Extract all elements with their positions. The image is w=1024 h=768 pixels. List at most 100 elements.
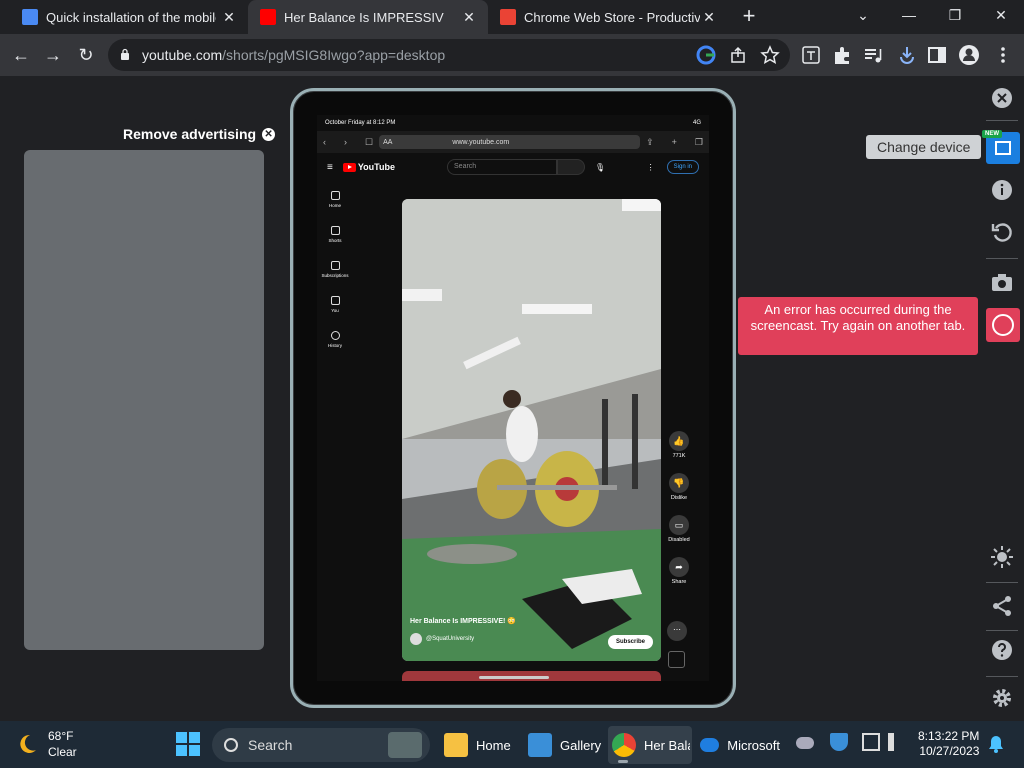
safari-reader-icon[interactable]: ☐ <box>365 137 373 148</box>
taskbar-app-chrome[interactable]: Her Bala <box>608 726 692 764</box>
profile-icon[interactable] <box>958 44 980 66</box>
like-count: 771K <box>672 453 686 459</box>
channel-name: @SquatUniversity <box>426 636 475 642</box>
brightness-icon[interactable] <box>990 545 1014 569</box>
taskbar-search-label: Search <box>248 737 293 753</box>
extensions-puzzle-icon[interactable] <box>831 44 853 66</box>
restore-button[interactable]: ❐ <box>932 0 978 30</box>
google-icon[interactable] <box>696 45 716 65</box>
rotate-icon[interactable] <box>990 220 1014 244</box>
browser-menu-icon[interactable] <box>992 44 1014 66</box>
close-window-button[interactable]: ✕ <box>978 0 1024 30</box>
more-actions-icon[interactable]: ⋯ <box>667 621 687 641</box>
sign-in-button[interactable]: Sign in <box>666 160 699 174</box>
notification-bell-icon[interactable] <box>988 735 1004 753</box>
sidebar-item-shorts[interactable]: Shorts <box>317 222 353 257</box>
comments-icon: ▭ <box>669 515 689 535</box>
safari-forward-icon[interactable]: › <box>344 137 347 147</box>
close-simulator-icon[interactable] <box>990 86 1014 110</box>
safari-tabs-icon[interactable]: ❐ <box>695 137 703 148</box>
address-bar[interactable]: youtube.com/shorts/pgMSIG8Iwgo?app=deskt… <box>108 39 790 71</box>
close-tab-icon[interactable]: ✕ <box>222 10 236 24</box>
share-button[interactable]: ➦ Share <box>665 557 693 599</box>
hamburger-menu-icon[interactable]: ≡ <box>327 162 333 173</box>
safari-newtab-icon[interactable]: + <box>672 137 677 147</box>
back-button[interactable]: ← <box>8 42 34 68</box>
youtube-search-button[interactable] <box>557 159 586 175</box>
dislike-button[interactable]: 👎 Dislike <box>665 473 693 515</box>
simulator-controls <box>980 76 1024 721</box>
youtube-search-input[interactable]: Search <box>447 159 558 175</box>
media-queue-icon[interactable] <box>862 44 884 66</box>
safari-aa-button[interactable]: AA <box>383 139 392 146</box>
share-nodes-icon[interactable] <box>990 594 1014 618</box>
channel-avatar <box>410 633 422 645</box>
help-icon[interactable] <box>990 638 1014 662</box>
sidebar-item-home[interactable]: Home <box>317 187 353 222</box>
remove-advertising-label: Remove advertising <box>123 126 257 142</box>
sidebar-label: Home <box>328 203 341 208</box>
clock-date: 10/27/2023 <box>919 744 980 758</box>
taskbar-search[interactable]: Search <box>212 728 430 762</box>
channel-link[interactable]: @SquatUniversity <box>410 633 474 645</box>
remove-advertising-link[interactable]: Remove advertising ✕ <box>123 126 276 142</box>
close-tab-icon[interactable]: ✕ <box>462 10 476 24</box>
safari-address-bar[interactable]: AA www.youtube.com <box>379 135 641 149</box>
close-ad-icon[interactable]: ✕ <box>262 127 276 141</box>
screenshot-camera-icon[interactable] <box>990 270 1014 294</box>
weather-widget[interactable]: 68°F Clear <box>16 728 77 760</box>
taskbar-app-onedrive[interactable]: Microsoft <box>700 726 780 764</box>
forward-button[interactable]: → <box>40 42 66 68</box>
tab-chrome-web-store[interactable]: Chrome Web Store - Productivity ✕ <box>488 0 728 34</box>
download-icon[interactable] <box>896 44 918 66</box>
start-button[interactable] <box>176 732 200 756</box>
sidebar-item-you[interactable]: You <box>317 292 353 327</box>
subscribe-button[interactable]: Subscribe <box>608 635 654 649</box>
tab-quick-installation[interactable]: Quick installation of the mobile simulat… <box>0 0 248 34</box>
safari-back-icon[interactable]: ‹ <box>323 137 326 147</box>
taskbar-app-home[interactable]: Home <box>444 726 511 764</box>
onedrive-icon <box>700 738 720 752</box>
info-icon[interactable] <box>990 178 1014 202</box>
settings-gear-icon[interactable] <box>990 686 1014 710</box>
gym-video-frame <box>402 199 661 661</box>
record-screencast-button[interactable] <box>986 308 1020 342</box>
close-tab-icon[interactable]: ✕ <box>702 10 716 24</box>
sidebar-item-history[interactable]: History <box>317 327 353 362</box>
moon-icon <box>20 734 36 753</box>
comments-button[interactable]: ▭ Disabled <box>665 515 693 557</box>
change-device-tooltip: Change device <box>866 135 982 159</box>
taskbar-clock[interactable]: 8:13:22 PM 10/27/2023 <box>918 729 979 759</box>
youtube-logo[interactable]: YouTube <box>342 162 395 172</box>
lock-icon <box>121 48 129 60</box>
sidebar-item-subscriptions[interactable]: Subscriptions <box>317 257 353 292</box>
cloud-sync-icon[interactable] <box>796 737 814 749</box>
tab-search-button[interactable]: ⌄ <box>840 0 886 30</box>
reload-button[interactable]: ↻ <box>73 42 99 68</box>
url-text: youtube.com/shorts/pgMSIG8Iwgo?app=deskt… <box>142 47 445 63</box>
dislike-label: Dislike <box>670 495 688 501</box>
more-options-icon[interactable]: ⋮ <box>647 163 655 172</box>
taskbar-app-gallery[interactable]: Gallery <box>528 726 601 764</box>
sound-thumbnail-icon[interactable] <box>668 651 685 668</box>
screencast-error-message: An error has occurred during the screenc… <box>738 297 978 355</box>
network-icon[interactable] <box>862 733 880 751</box>
tab-her-balance[interactable]: Her Balance Is IMPRESSIVE! ✕ <box>248 0 488 34</box>
divider <box>986 120 1018 121</box>
voice-search-icon[interactable]: 🎙 <box>595 163 605 172</box>
youtube-play-icon <box>342 162 356 172</box>
defender-icon[interactable] <box>830 733 848 751</box>
history-icon <box>330 331 340 340</box>
translate-extension-icon[interactable] <box>800 44 822 66</box>
minimize-button[interactable]: — <box>886 0 932 30</box>
shorts-video-player[interactable]: Her Balance Is IMPRESSIVE! 😳 @SquatUnive… <box>402 199 661 661</box>
new-tab-button[interactable]: + <box>737 4 761 28</box>
search-highlight-image <box>388 732 422 758</box>
bookmark-star-icon[interactable] <box>760 45 780 65</box>
safari-share-icon[interactable]: ⇪ <box>646 137 654 148</box>
like-button[interactable]: 👍 771K <box>665 431 693 473</box>
side-panel-icon[interactable] <box>926 44 948 66</box>
tab-title: Chrome Web Store - Productivity <box>524 9 700 25</box>
share-icon[interactable] <box>728 45 748 65</box>
volume-muted-icon[interactable] <box>888 733 900 751</box>
